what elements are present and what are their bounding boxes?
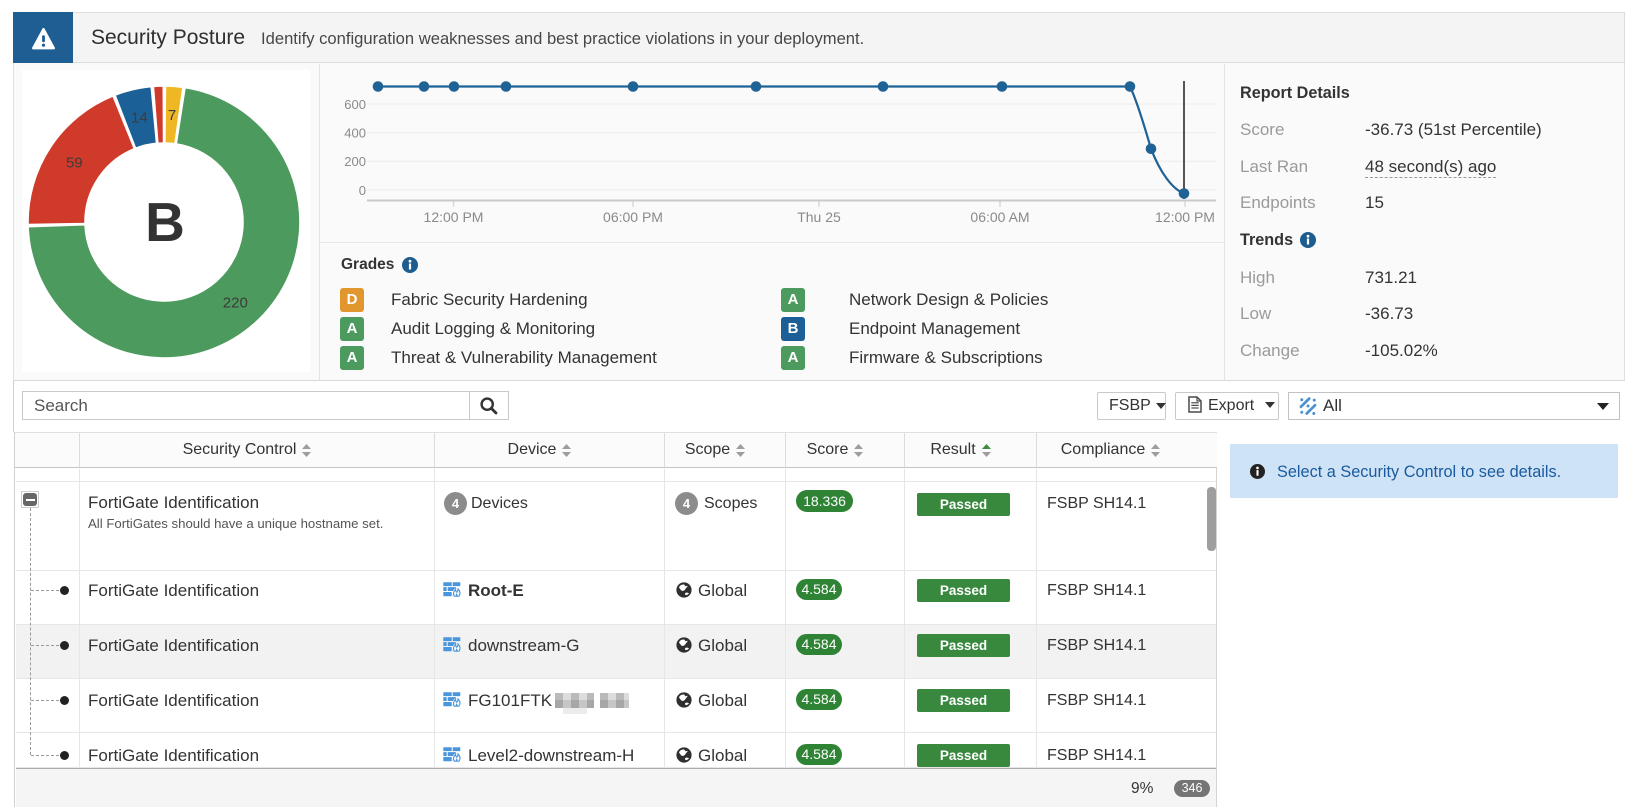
svg-text:200: 200 — [344, 154, 366, 169]
svg-text:12:00 PM: 12:00 PM — [424, 209, 484, 225]
svg-text:220: 220 — [223, 294, 248, 311]
svg-text:06:00 AM: 06:00 AM — [970, 209, 1029, 225]
svg-text:14: 14 — [131, 109, 148, 126]
svg-text:7: 7 — [168, 107, 176, 124]
svg-text:Thu 25: Thu 25 — [797, 209, 841, 225]
svg-text:06:00 PM: 06:00 PM — [603, 209, 663, 225]
svg-text:400: 400 — [344, 126, 366, 141]
svg-text:600: 600 — [344, 97, 366, 112]
svg-text:0: 0 — [359, 183, 366, 198]
svg-text:12:00 PM: 12:00 PM — [1155, 209, 1215, 225]
svg-text:59: 59 — [66, 155, 83, 172]
